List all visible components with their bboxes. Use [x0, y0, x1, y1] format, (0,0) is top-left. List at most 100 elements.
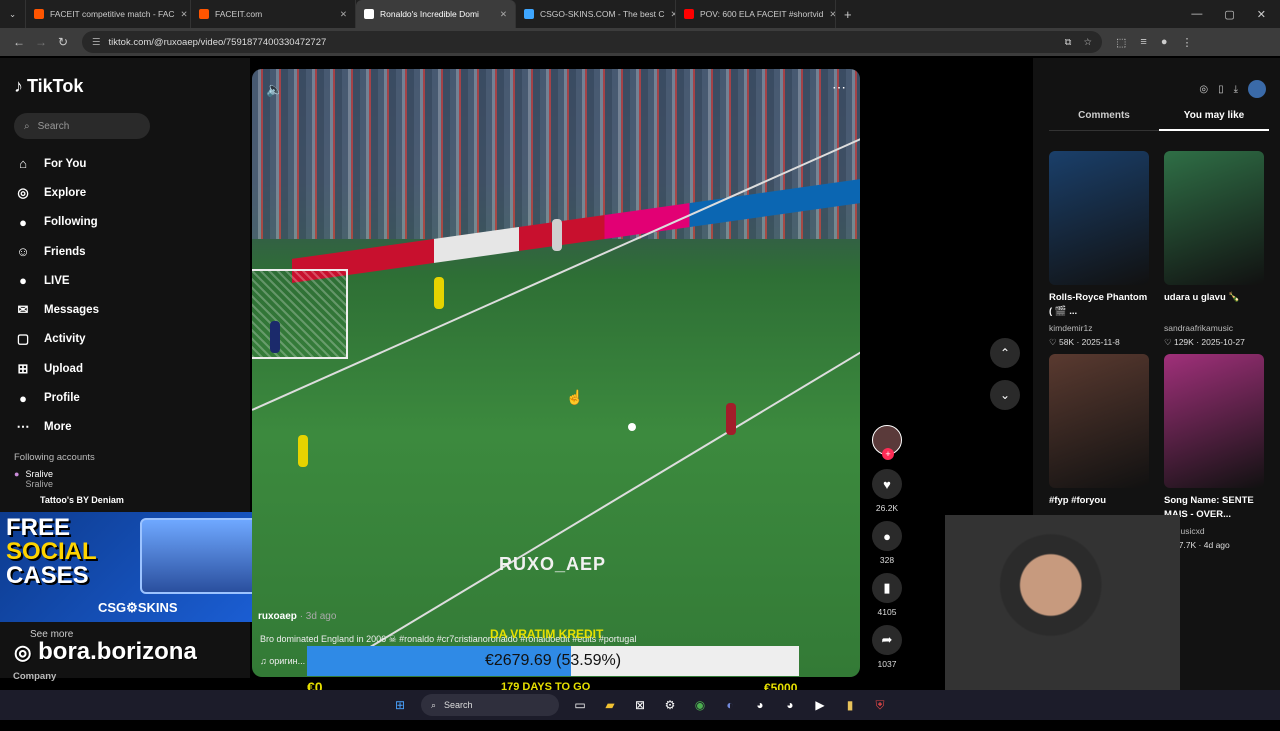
browser-tab[interactable]: FACEIT.com ✕	[191, 0, 356, 28]
taskbar: ⊞ ⌕ Search ▭ ▰ ⊠ ⚙ ◉ ◐ ◕ ◕ ▶ ▮ ⛨	[0, 690, 1280, 720]
tab-title: CSGO-SKINS.COM - The best C	[540, 9, 665, 19]
sidebar-item-explore[interactable]: ◎ Explore	[14, 178, 236, 207]
discord-icon[interactable]: ◐	[721, 696, 739, 714]
install-icon[interactable]: ⧉	[1065, 37, 1072, 48]
browser-tab[interactable]: POV: 600 ELA FACEIT #shortvid ✕	[676, 0, 836, 28]
minimize-icon[interactable]: —	[1191, 8, 1202, 21]
company-link[interactable]: Company	[13, 671, 56, 682]
windows-start-icon[interactable]: ⊞	[391, 696, 409, 714]
tab-you-may-like[interactable]: You may like	[1159, 110, 1269, 131]
sidebar-item-messages[interactable]: ✉ Messages	[14, 295, 236, 324]
video-thumbnail[interactable]	[1164, 151, 1264, 285]
sidebar-item-for-you[interactable]: ⌂ For You	[14, 149, 236, 178]
app-icon[interactable]: ▮	[841, 696, 859, 714]
site-info-icon[interactable]: ☰	[92, 37, 101, 48]
forward-icon[interactable]: →	[30, 35, 52, 49]
user-avatar[interactable]	[1248, 80, 1266, 98]
browser-tab[interactable]: Ronaldo's Incredible Domi ✕	[356, 0, 516, 28]
new-tab-button[interactable]: +	[836, 0, 860, 28]
extensions-icon[interactable]: ⬚	[1116, 36, 1126, 49]
volume-icon[interactable]: 🔈	[266, 81, 283, 98]
browser-tab[interactable]: CSGO-SKINS.COM - The best C✕	[516, 0, 676, 28]
next-video-button[interactable]: ⌄	[990, 380, 1020, 410]
video-player[interactable]: RUXO_AEP 🔈 ⋯	[252, 69, 860, 677]
comment-icon: ●	[883, 528, 891, 544]
sidebar-item-icon: ☺	[16, 244, 30, 260]
tiktok-logo[interactable]: ♪ TikTok	[14, 76, 236, 97]
sidebar-item-icon: ⋯	[16, 419, 30, 435]
previous-video-button[interactable]: ⌃	[990, 338, 1020, 368]
browser-tab[interactable]: FACEIT competitive match - FAC ✕	[26, 0, 191, 28]
following-account[interactable]: ● Sralive Sralive	[14, 469, 236, 489]
card-user[interactable]: kimdemir1z	[1049, 323, 1149, 333]
compass-icon[interactable]: ◎	[1199, 84, 1208, 95]
profile-avatar[interactable]: ●	[1161, 36, 1168, 48]
like-count: 26.2K	[875, 503, 899, 513]
tab-favicon-icon	[199, 9, 209, 19]
sidebar-item-friends[interactable]: ☺ Friends	[14, 237, 236, 266]
task-view-icon[interactable]: ▭	[571, 696, 589, 714]
file-explorer-icon[interactable]: ▰	[601, 696, 619, 714]
close-tab-icon[interactable]: ✕	[175, 9, 188, 20]
sidebar-item-icon: ●	[19, 273, 27, 289]
shield-icon[interactable]: ⛨	[871, 696, 889, 714]
soccer-ball	[628, 423, 636, 431]
sidebar-item-more[interactable]: ⋯ More	[14, 413, 236, 442]
steam-icon[interactable]: ◕	[751, 696, 769, 714]
video-more-icon[interactable]: ⋯	[832, 79, 846, 96]
player-figure	[552, 219, 562, 251]
maximize-icon[interactable]: ▢	[1224, 8, 1234, 21]
chrome-icon[interactable]: ◉	[691, 696, 709, 714]
tab-comments[interactable]: Comments	[1049, 110, 1159, 131]
card-user[interactable]: sandraafrikamusic	[1164, 323, 1264, 333]
like-button[interactable]: ♥	[872, 469, 902, 499]
taskbar-search[interactable]: ⌕ Search	[421, 694, 559, 716]
bookmark-star-icon[interactable]: ☆	[1083, 37, 1092, 48]
follow-plus-icon[interactable]: +	[882, 448, 894, 460]
creator-avatar[interactable]: +	[872, 425, 902, 460]
video-author[interactable]: ruxoaep · 3d ago	[258, 611, 336, 622]
phone-icon[interactable]: ▯	[1218, 84, 1224, 95]
settings-icon[interactable]: ⚙	[661, 696, 679, 714]
download-icon[interactable]: ⤓	[1234, 84, 1238, 95]
sidebar-item-icon: ✉	[17, 302, 29, 318]
search-input[interactable]: ⌕ Search	[14, 113, 150, 139]
url-field[interactable]: ☰ tiktok.com/@ruxoaep/video/759187740033…	[82, 31, 1102, 53]
media-player-icon[interactable]: ▶	[811, 696, 829, 714]
media-icon[interactable]: ≡	[1140, 36, 1146, 48]
video-card[interactable]: Rolls-Royce Phantom ( 🎬 ... kimdemir1z ♡ 5…	[1049, 151, 1149, 348]
share-arrow-icon: ➦	[881, 632, 893, 647]
close-tab-icon[interactable]: ✕	[823, 9, 835, 20]
streamer-handle: ◎ bora.borizona	[14, 638, 197, 665]
sidebar-item-live[interactable]: ● LIVE	[14, 266, 236, 295]
comment-button[interactable]: ●	[872, 521, 902, 551]
sidebar-item-activity[interactable]: ▢ Activity	[14, 325, 236, 354]
xbox-icon[interactable]: ⊠	[631, 696, 649, 714]
video-thumbnail[interactable]	[1164, 354, 1264, 488]
steam-icon[interactable]: ◕	[781, 696, 799, 714]
following-account[interactable]: Tattoo's BY Deniam	[14, 495, 236, 505]
browser-tabbar: ⌄ FACEIT competitive match - FAC ✕ FACEIT.…	[0, 0, 1280, 28]
video-music[interactable]: ♫ оригин...	[260, 656, 305, 666]
close-tab-icon[interactable]: ✕	[494, 9, 507, 20]
share-button[interactable]: ➦	[872, 625, 902, 655]
save-button[interactable]: ▮	[872, 573, 902, 603]
promo-banner: FREE SOCIAL CASES CSG⚙SKINS	[0, 512, 270, 622]
sidebar-item-upload[interactable]: ⊞ Upload	[14, 354, 236, 383]
streamer-webcam	[945, 515, 1180, 690]
sidebar-item-profile[interactable]: ● Profile	[14, 383, 236, 412]
close-tab-icon[interactable]: ✕	[334, 9, 347, 20]
back-icon[interactable]: ←	[8, 35, 30, 49]
video-thumbnail[interactable]	[1049, 354, 1149, 488]
video-thumbnail[interactable]	[1049, 151, 1149, 285]
tab-menu[interactable]: ⌄	[0, 0, 26, 28]
instagram-icon: ◎	[14, 642, 32, 664]
bookmark-icon: ▮	[883, 580, 891, 595]
close-tab-icon[interactable]: ✕	[665, 9, 675, 20]
close-window-icon[interactable]: ✕	[1257, 8, 1266, 21]
sidebar-item-label: Upload	[44, 362, 83, 375]
kebab-menu-icon[interactable]: ⋮	[1181, 36, 1192, 49]
sidebar-item-following[interactable]: ● Following	[14, 208, 236, 237]
reload-icon[interactable]: ↻	[52, 35, 74, 49]
video-card[interactable]: udara u glavu 🍾 sandraafrikamusic ♡ 129K ·…	[1164, 151, 1264, 348]
